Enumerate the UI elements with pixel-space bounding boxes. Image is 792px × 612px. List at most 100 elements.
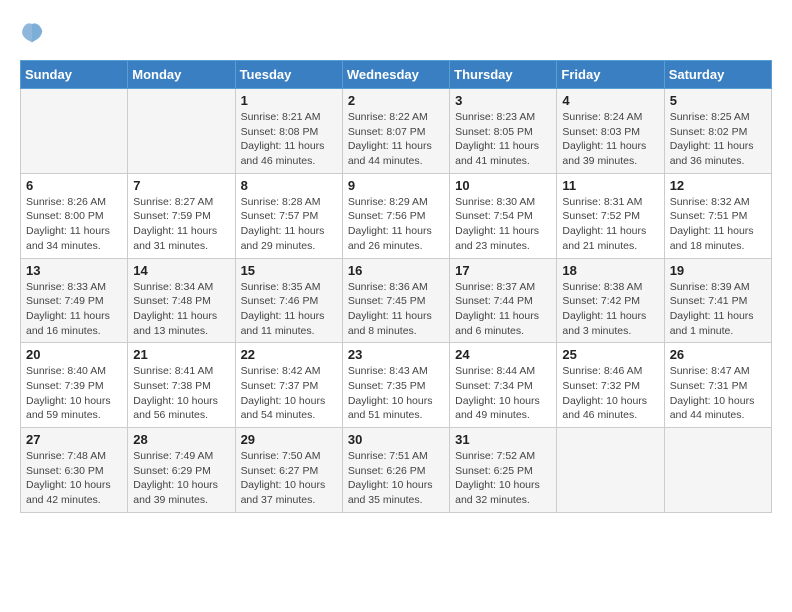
calendar-cell: 1 Sunrise: 8:21 AM Sunset: 8:08 PM Daylig… (235, 89, 342, 174)
week-row-5: 27 Sunrise: 7:48 AM Sunset: 6:30 PM Dayli… (21, 428, 772, 513)
calendar-cell: 19Sunrise: 8:39 AM Sunset: 7:41 PM Dayli… (664, 258, 771, 343)
day-number: 8 (241, 178, 337, 193)
day-number: 22 (241, 347, 337, 362)
day-info: Sunrise: 8:32 AM Sunset: 7:51 PM Dayligh… (670, 195, 766, 254)
calendar-cell: 9 Sunrise: 8:29 AM Sunset: 7:56 PM Daylig… (342, 173, 449, 258)
day-number: 29 (241, 432, 337, 447)
day-number: 15 (241, 263, 337, 278)
day-header-tuesday: Tuesday (235, 61, 342, 89)
day-number: 2 (348, 93, 444, 108)
day-info: Sunrise: 7:52 AM Sunset: 6:25 PM Dayligh… (455, 449, 551, 508)
day-header-monday: Monday (128, 61, 235, 89)
week-row-3: 13Sunrise: 8:33 AM Sunset: 7:49 PM Dayli… (21, 258, 772, 343)
day-info: Sunrise: 8:40 AM Sunset: 7:39 PM Dayligh… (26, 364, 122, 423)
calendar-cell: 31Sunrise: 7:52 AM Sunset: 6:25 PM Dayli… (450, 428, 557, 513)
calendar-cell: 2 Sunrise: 8:22 AM Sunset: 8:07 PM Daylig… (342, 89, 449, 174)
calendar-table: SundayMondayTuesdayWednesdayThursdayFrid… (20, 60, 772, 513)
day-number: 21 (133, 347, 229, 362)
calendar-cell (128, 89, 235, 174)
day-info: Sunrise: 8:25 AM Sunset: 8:02 PM Dayligh… (670, 110, 766, 169)
calendar-cell: 11 Sunrise: 8:31 AM Sunset: 7:52 PM Dayli… (557, 173, 664, 258)
day-number: 6 (26, 178, 122, 193)
calendar-cell: 20 Sunrise: 8:40 AM Sunset: 7:39 PM Dayli… (21, 343, 128, 428)
day-info: Sunrise: 8:37 AM Sunset: 7:44 PM Dayligh… (455, 280, 551, 339)
day-number: 7 (133, 178, 229, 193)
day-info: Sunrise: 7:51 AM Sunset: 6:26 PM Dayligh… (348, 449, 444, 508)
calendar-cell: 27 Sunrise: 7:48 AM Sunset: 6:30 PM Dayli… (21, 428, 128, 513)
calendar-cell: 21 Sunrise: 8:41 AM Sunset: 7:38 PM Dayli… (128, 343, 235, 428)
day-number: 9 (348, 178, 444, 193)
day-info: Sunrise: 8:21 AM Sunset: 8:08 PM Dayligh… (241, 110, 337, 169)
day-info: Sunrise: 8:33 AM Sunset: 7:49 PM Dayligh… (26, 280, 122, 339)
calendar-cell: 22 Sunrise: 8:42 AM Sunset: 7:37 PM Dayli… (235, 343, 342, 428)
day-number: 28 (133, 432, 229, 447)
day-info: Sunrise: 8:30 AM Sunset: 7:54 PM Dayligh… (455, 195, 551, 254)
day-info: Sunrise: 8:29 AM Sunset: 7:56 PM Dayligh… (348, 195, 444, 254)
day-header-saturday: Saturday (664, 61, 771, 89)
day-number: 4 (562, 93, 658, 108)
day-header-friday: Friday (557, 61, 664, 89)
logo (20, 20, 48, 44)
day-header-sunday: Sunday (21, 61, 128, 89)
day-info: Sunrise: 8:43 AM Sunset: 7:35 PM Dayligh… (348, 364, 444, 423)
day-number: 23 (348, 347, 444, 362)
calendar-cell: 10 Sunrise: 8:30 AM Sunset: 7:54 PM Dayli… (450, 173, 557, 258)
day-number: 27 (26, 432, 122, 447)
day-info: Sunrise: 8:26 AM Sunset: 8:00 PM Dayligh… (26, 195, 122, 254)
day-number: 3 (455, 93, 551, 108)
day-header-wednesday: Wednesday (342, 61, 449, 89)
calendar-cell: 30 Sunrise: 7:51 AM Sunset: 6:26 PM Dayli… (342, 428, 449, 513)
calendar-cell: 4Sunrise: 8:24 AM Sunset: 8:03 PM Daylig… (557, 89, 664, 174)
day-number: 20 (26, 347, 122, 362)
calendar-cell: 16 Sunrise: 8:36 AM Sunset: 7:45 PM Dayli… (342, 258, 449, 343)
day-number: 10 (455, 178, 551, 193)
day-info: Sunrise: 8:23 AM Sunset: 8:05 PM Dayligh… (455, 110, 551, 169)
day-info: Sunrise: 8:41 AM Sunset: 7:38 PM Dayligh… (133, 364, 229, 423)
calendar-cell: 13Sunrise: 8:33 AM Sunset: 7:49 PM Dayli… (21, 258, 128, 343)
day-number: 5 (670, 93, 766, 108)
calendar-cell: 25 Sunrise: 8:46 AM Sunset: 7:32 PM Dayli… (557, 343, 664, 428)
day-number: 17 (455, 263, 551, 278)
day-number: 11 (562, 178, 658, 193)
day-header-thursday: Thursday (450, 61, 557, 89)
calendar-cell: 18 Sunrise: 8:38 AM Sunset: 7:42 PM Dayli… (557, 258, 664, 343)
week-row-1: 1 Sunrise: 8:21 AM Sunset: 8:08 PM Daylig… (21, 89, 772, 174)
day-info: Sunrise: 8:39 AM Sunset: 7:41 PM Dayligh… (670, 280, 766, 339)
day-info: Sunrise: 8:22 AM Sunset: 8:07 PM Dayligh… (348, 110, 444, 169)
calendar-cell: 3 Sunrise: 8:23 AM Sunset: 8:05 PM Daylig… (450, 89, 557, 174)
logo-icon (20, 20, 44, 44)
week-row-4: 20 Sunrise: 8:40 AM Sunset: 7:39 PM Dayli… (21, 343, 772, 428)
day-number: 24 (455, 347, 551, 362)
calendar-cell: 23 Sunrise: 8:43 AM Sunset: 7:35 PM Dayli… (342, 343, 449, 428)
day-info: Sunrise: 8:47 AM Sunset: 7:31 PM Dayligh… (670, 364, 766, 423)
calendar-cell: 14Sunrise: 8:34 AM Sunset: 7:48 PM Dayli… (128, 258, 235, 343)
day-info: Sunrise: 8:27 AM Sunset: 7:59 PM Dayligh… (133, 195, 229, 254)
day-number: 18 (562, 263, 658, 278)
calendar-cell: 29Sunrise: 7:50 AM Sunset: 6:27 PM Dayli… (235, 428, 342, 513)
calendar-cell (664, 428, 771, 513)
day-number: 1 (241, 93, 337, 108)
day-info: Sunrise: 8:44 AM Sunset: 7:34 PM Dayligh… (455, 364, 551, 423)
calendar-cell: 17 Sunrise: 8:37 AM Sunset: 7:44 PM Dayli… (450, 258, 557, 343)
calendar-header-row: SundayMondayTuesdayWednesdayThursdayFrid… (21, 61, 772, 89)
day-info: Sunrise: 7:48 AM Sunset: 6:30 PM Dayligh… (26, 449, 122, 508)
day-info: Sunrise: 8:38 AM Sunset: 7:42 PM Dayligh… (562, 280, 658, 339)
day-info: Sunrise: 8:46 AM Sunset: 7:32 PM Dayligh… (562, 364, 658, 423)
calendar-cell: 6 Sunrise: 8:26 AM Sunset: 8:00 PM Daylig… (21, 173, 128, 258)
calendar-cell: 8 Sunrise: 8:28 AM Sunset: 7:57 PM Daylig… (235, 173, 342, 258)
calendar-cell (21, 89, 128, 174)
calendar-cell: 28Sunrise: 7:49 AM Sunset: 6:29 PM Dayli… (128, 428, 235, 513)
calendar-cell: 5 Sunrise: 8:25 AM Sunset: 8:02 PM Daylig… (664, 89, 771, 174)
day-number: 12 (670, 178, 766, 193)
day-info: Sunrise: 8:34 AM Sunset: 7:48 PM Dayligh… (133, 280, 229, 339)
day-number: 16 (348, 263, 444, 278)
day-info: Sunrise: 8:31 AM Sunset: 7:52 PM Dayligh… (562, 195, 658, 254)
day-number: 25 (562, 347, 658, 362)
day-info: Sunrise: 8:36 AM Sunset: 7:45 PM Dayligh… (348, 280, 444, 339)
day-info: Sunrise: 8:28 AM Sunset: 7:57 PM Dayligh… (241, 195, 337, 254)
day-number: 30 (348, 432, 444, 447)
day-info: Sunrise: 8:42 AM Sunset: 7:37 PM Dayligh… (241, 364, 337, 423)
calendar-cell (557, 428, 664, 513)
calendar-cell: 15Sunrise: 8:35 AM Sunset: 7:46 PM Dayli… (235, 258, 342, 343)
week-row-2: 6 Sunrise: 8:26 AM Sunset: 8:00 PM Daylig… (21, 173, 772, 258)
